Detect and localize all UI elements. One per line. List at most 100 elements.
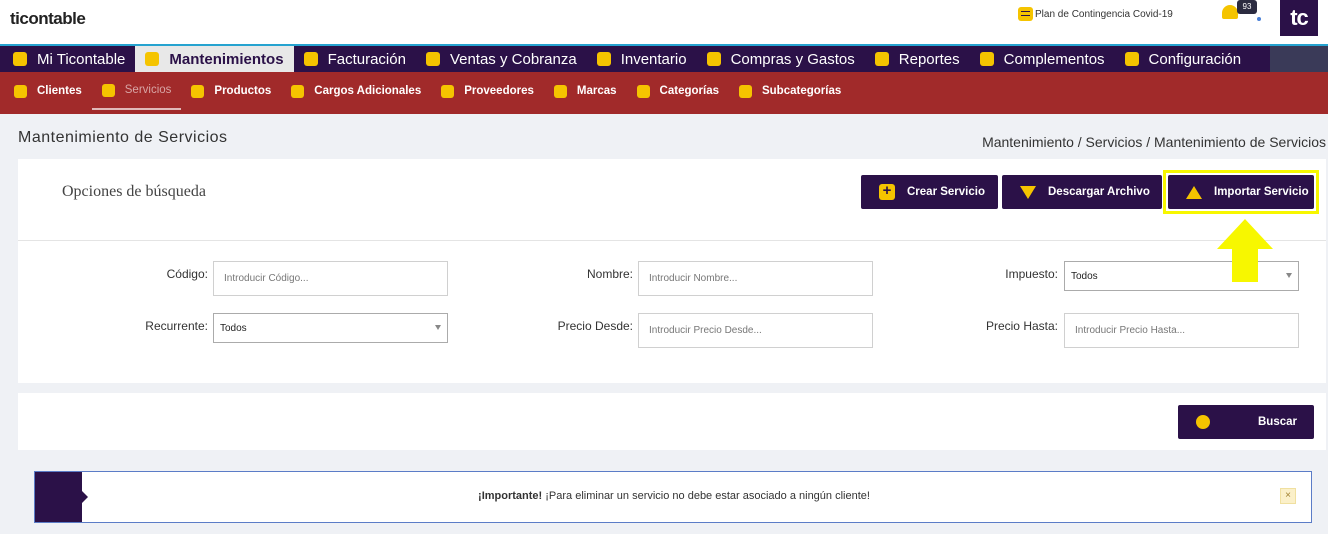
subnav-label: Subcategorías (761, 85, 842, 97)
subnav-label: Cargos Adicionales (314, 85, 422, 97)
download-file-button[interactable]: Descargar Archivo (1002, 175, 1162, 209)
button-label: Descargar Archivo (1048, 186, 1150, 198)
impuesto-label: Impuesto: (1005, 267, 1058, 281)
nav-item-complementos[interactable]: Complementos (970, 46, 1115, 72)
nav-label: Compras y Gastos (730, 50, 855, 68)
money-icon (425, 52, 440, 66)
recurrente-select[interactable]: Todos (213, 313, 448, 343)
flag-icon (553, 84, 567, 98)
subnav-label: Productos (214, 85, 272, 97)
search-panel: Opciones de búsqueda Crear Servicio Desc… (18, 159, 1326, 383)
subnav-label: Servicios (124, 84, 172, 96)
divider (18, 240, 1326, 241)
alert-message: ¡Importante! ¡Para eliminar un servicio … (35, 490, 1313, 502)
user-icon (14, 84, 27, 98)
subnav-item-proveedores[interactable]: Proveedores (431, 72, 544, 110)
nav-label: Facturación (327, 50, 406, 68)
subnav-label: Clientes (37, 85, 82, 97)
bell-icon[interactable] (1222, 3, 1238, 19)
search-button[interactable]: Buscar (1178, 405, 1314, 439)
top-bar: ticontable Plan de Contingencia Covid-19… (0, 0, 1328, 44)
nav-label: Ventas y Cobranza (449, 50, 577, 68)
nav-item-mantenimientos[interactable]: Mantenimientos (135, 46, 294, 72)
precio-hasta-placeholder: Introducir Precio Hasta... (1075, 325, 1186, 336)
avatar[interactable]: tc (1280, 0, 1318, 36)
main-nav: Mi Ticontable Mantenimientos Facturación… (0, 44, 1328, 72)
nombre-label: Nombre: (586, 267, 633, 281)
close-icon[interactable]: × (1280, 488, 1296, 504)
important-alert: ¡Importante! ¡Para eliminar un servicio … (34, 471, 1312, 523)
nav-item-reportes[interactable]: Reportes (865, 46, 970, 72)
button-label: Buscar (1258, 416, 1297, 428)
subnav-item-productos[interactable]: Productos (181, 72, 281, 110)
gear-sun-icon (145, 52, 160, 66)
codigo-label: Código: (166, 267, 208, 281)
gear-icon (1124, 52, 1139, 66)
subnav-label: Proveedores (464, 85, 534, 97)
app-logo[interactable]: ticontable (10, 9, 86, 29)
page-title: Mantenimiento de Servicios (18, 129, 228, 146)
service-icon (101, 83, 115, 97)
subnav-item-subcategorias[interactable]: Subcategorías (729, 72, 851, 110)
subnav-item-marcas[interactable]: Marcas (544, 72, 627, 110)
layers-icon (191, 84, 205, 98)
recurrente-label: Recurrente: (145, 319, 208, 333)
subnav-label: Marcas (576, 85, 617, 97)
precio-hasta-label: Precio Hasta: (985, 319, 1058, 333)
folder-icon (738, 84, 752, 98)
boxes-icon (596, 52, 611, 66)
chevron-down-icon (1286, 273, 1292, 278)
boxes-icon (441, 84, 455, 98)
nombre-input[interactable]: Introducir Nombre... (638, 261, 873, 296)
status-dot (1257, 17, 1261, 21)
nav-item-facturacion[interactable]: Facturación (294, 46, 416, 72)
recurrente-value: Todos (220, 322, 247, 334)
nav-item-compras-gastos[interactable]: Compras y Gastos (697, 46, 865, 72)
card-icon (291, 84, 305, 98)
chevron-down-icon (435, 325, 441, 330)
plus-icon (979, 52, 994, 66)
button-label: Crear Servicio (907, 186, 985, 198)
search-options-heading: Opciones de búsqueda (62, 183, 206, 200)
arrow-up-icon (1217, 219, 1273, 282)
precio-desde-placeholder: Introducir Precio Desde... (649, 325, 762, 336)
precio-hasta-input[interactable]: Introducir Precio Hasta... (1064, 313, 1299, 348)
nav-item-ventas-cobranza[interactable]: Ventas y Cobranza (416, 46, 587, 72)
nav-label: Configuración (1148, 50, 1242, 68)
subnav-item-clientes[interactable]: Clientes (4, 72, 92, 110)
import-button-highlight (1163, 170, 1319, 214)
covid-plan-label: Plan de Contingencia Covid-19 (1035, 8, 1173, 20)
bag-icon (706, 52, 721, 66)
subnav-label: Categorías (659, 85, 719, 97)
codigo-input[interactable]: Introducir Código... (213, 261, 448, 296)
notification-badge: 93 (1237, 0, 1257, 14)
nav-label: Complementos (1003, 50, 1105, 68)
nav-item-configuracion[interactable]: Configuración (1115, 46, 1252, 72)
alert-strong: ¡Importante! (478, 490, 543, 502)
folder-icon (636, 84, 650, 98)
search-icon (1196, 415, 1210, 429)
invoice-icon (303, 52, 318, 66)
create-service-button[interactable]: Crear Servicio (861, 175, 998, 209)
nav-item-mi-ticontable[interactable]: Mi Ticontable (3, 46, 135, 72)
impuesto-value: Todos (1071, 270, 1098, 282)
nav-item-inventario[interactable]: Inventario (587, 46, 697, 72)
nombre-placeholder: Introducir Nombre... (649, 273, 738, 284)
download-icon (1020, 185, 1036, 199)
nav-label: Mi Ticontable (37, 50, 126, 68)
subnav-item-servicios[interactable]: Servicios (91, 72, 182, 110)
breadcrumb: Mantenimiento / Servicios / Mantenimient… (982, 134, 1326, 150)
sub-nav: Clientes Servicios Productos Cargos Adic… (0, 72, 1328, 114)
nav-label: Mantenimientos (169, 50, 284, 68)
nav-filler (1270, 46, 1328, 72)
chart-icon (874, 52, 889, 66)
alert-text: ¡Para eliminar un servicio no debe estar… (542, 490, 870, 502)
nav-label: Inventario (620, 50, 687, 68)
covid-plan-link[interactable]: Plan de Contingencia Covid-19 (1018, 7, 1173, 21)
nav-label: Reportes (898, 50, 960, 68)
subnav-item-categorias[interactable]: Categorías (627, 72, 729, 110)
precio-desde-input[interactable]: Introducir Precio Desde... (638, 313, 873, 348)
subnav-item-cargos-adicionales[interactable]: Cargos Adicionales (281, 72, 431, 110)
plus-icon (879, 182, 895, 200)
search-action-panel: Buscar (18, 393, 1326, 450)
